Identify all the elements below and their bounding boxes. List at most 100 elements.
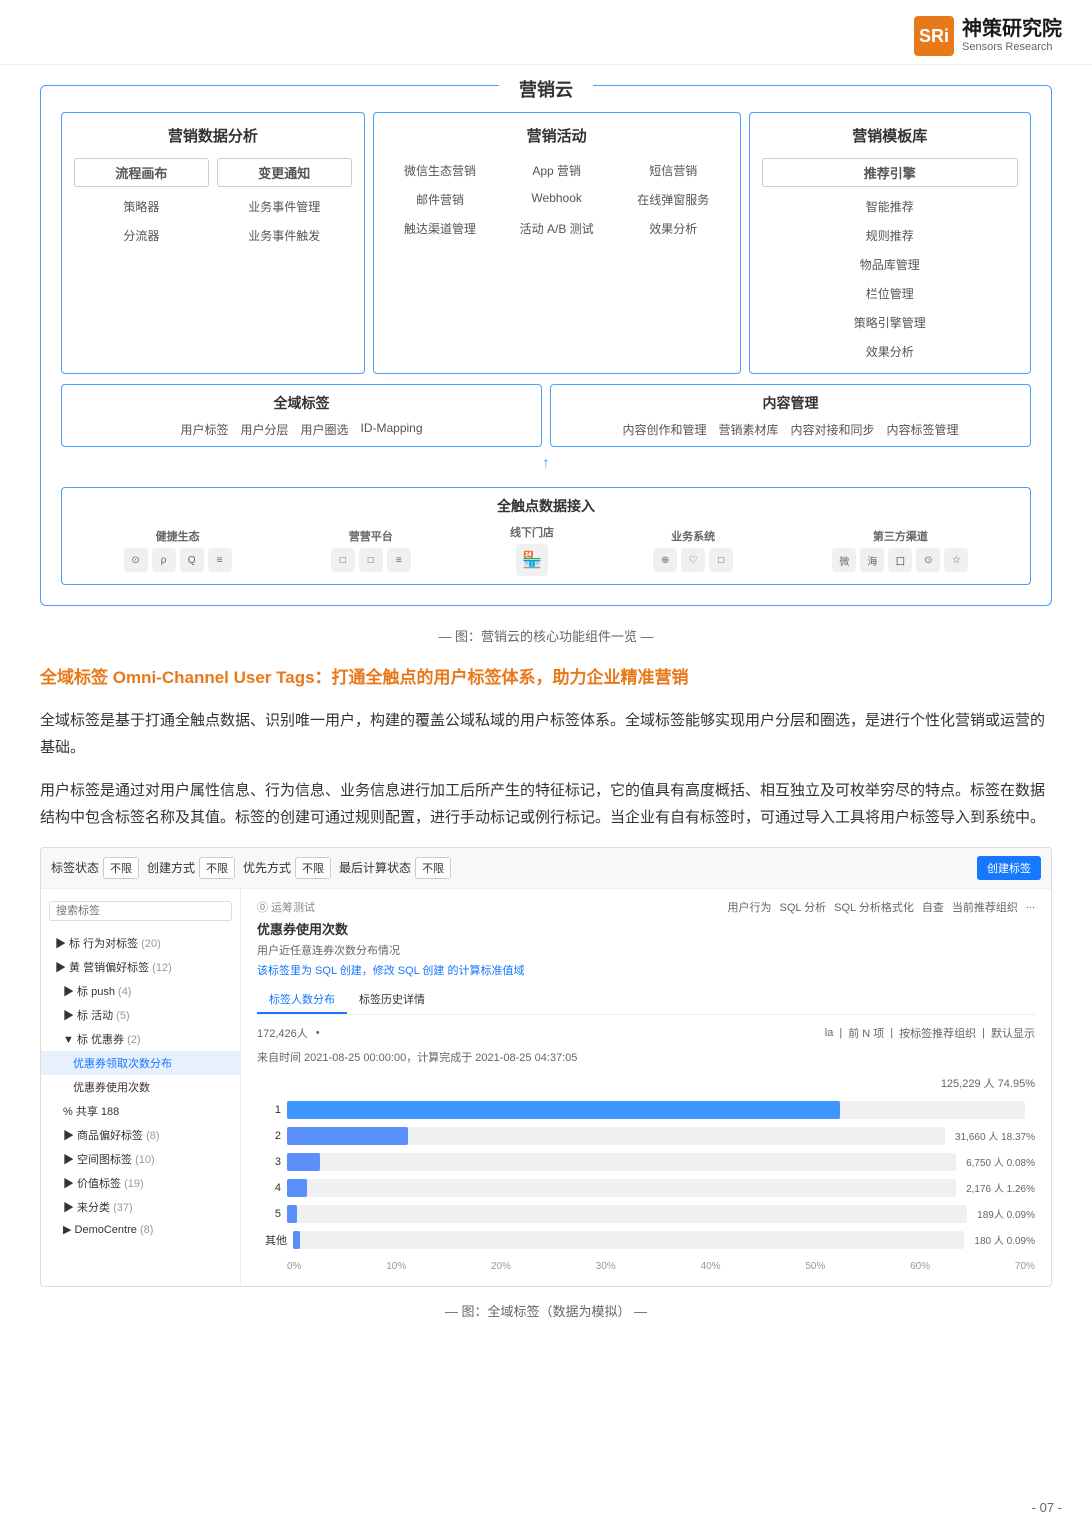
tree-item-behavior-tags[interactable]: ▶ 标 行为对标签 (20)	[41, 931, 240, 955]
bar-value-5: 189人 0.09%	[977, 1206, 1035, 1221]
tp-icon-11: □	[709, 548, 733, 572]
rec-item-1: 智能推荐	[858, 195, 922, 218]
tp-icon-2: ρ	[152, 548, 176, 572]
content-desc: 用户近任意连券次数分布情况	[257, 942, 524, 958]
header: SRi 神策研究院 Sensors Research	[0, 0, 1092, 65]
activity-5: Webhook	[502, 187, 611, 212]
bar-fill-other	[293, 1231, 300, 1249]
activities-grid: 微信生态营销 App 营销 短信营销 邮件营销 Webhook 在线弹窗服务 触…	[386, 158, 728, 241]
main-content: 营销云 营销数据分析 流程画布 策略器 分流器	[0, 65, 1092, 1380]
tp-icon-15: ⊙	[916, 548, 940, 572]
diagram-top-section: 营销数据分析 流程画布 策略器 分流器 变更通知	[61, 112, 1031, 374]
toolbar-status: 标签状态 不限	[51, 857, 139, 879]
tree-item-geo-tags[interactable]: ▶ 空间图标签 (10)	[41, 1147, 240, 1171]
tab-distribution[interactable]: 标签人数分布	[257, 986, 347, 1014]
rec-item-2: 规则推荐	[858, 224, 922, 247]
tp-icon-13: 海	[860, 548, 884, 572]
calc-select[interactable]: 不限	[415, 857, 451, 879]
flow-item-2: 分流器	[115, 224, 167, 247]
svg-text:SRi: SRi	[919, 26, 949, 46]
content-link[interactable]: 该标签里为 SQL 创建，修改 SQL 创建 的计算标准值域	[257, 962, 524, 978]
tree-item-activity[interactable]: ▶ 标 活动 (5)	[41, 1003, 240, 1027]
filter-sep: |	[839, 1027, 842, 1039]
bar-row-other: 其他 180 人 0.09%	[257, 1231, 1035, 1249]
status-select[interactable]: 不限	[103, 857, 139, 879]
rec-item-3: 物品库管理	[852, 253, 928, 276]
filter-recommend[interactable]: 按标签推荐组织	[899, 1025, 976, 1041]
filter-default[interactable]: 默认显示	[991, 1025, 1035, 1041]
tag-item-3: 用户圈选	[300, 421, 348, 438]
sql-format-action[interactable]: SQL 分析格式化	[834, 899, 914, 915]
tree-item-push[interactable]: ▶ 标 push (4)	[41, 979, 240, 1003]
sql-action[interactable]: SQL 分析	[779, 899, 826, 915]
tree-item-goods-preference[interactable]: ▶ 商品偏好标签 (8)	[41, 1123, 240, 1147]
diagram-bottom: 全域标签 用户标签 用户分层 用户圈选 ID-Mapping 内容管理 内容创作…	[61, 384, 1031, 447]
priority-select[interactable]: 不限	[295, 857, 331, 879]
tp-group-title-2: 营营平台	[331, 528, 411, 544]
tree-item-value-tags[interactable]: ▶ 价值标签 (19)	[41, 1171, 240, 1195]
tree-item-coupon-usage[interactable]: 优惠券使用次数	[41, 1075, 240, 1099]
bar-label-other: 其他	[257, 1232, 287, 1248]
diagram-caption-1: — 图：营销云的核心功能组件一览 —	[40, 626, 1052, 645]
tp-icon-4: ≡	[208, 548, 232, 572]
marketing-activities-title: 营销活动	[386, 123, 728, 148]
marketing-activities-panel: 营销活动 微信生态营销 App 营销 短信营销 邮件营销 Webhook 在线弹…	[373, 112, 741, 374]
tree-label: ▶ 标 行为对标签 (20)	[55, 938, 161, 950]
more-action[interactable]: ...	[1026, 899, 1035, 915]
global-tags-panel: 全域标签 用户标签 用户分层 用户圈选 ID-Mapping	[61, 384, 542, 447]
calc-label: 最后计算状态	[339, 859, 411, 876]
flow-items: 策略器 分流器	[74, 195, 209, 247]
tp-group-title-4: 业务系统	[653, 528, 733, 544]
bar-value-4: 2,176 人 1.26%	[966, 1180, 1035, 1195]
global-tags-title: 全域标签	[74, 393, 529, 413]
recommendation-column: 推荐引擎 智能推荐 规则推荐 物品库管理 栏位管理 策略引擎管理 效果分析	[762, 158, 1018, 363]
tree-item-unclassified[interactable]: ▶ 来分类 (37)	[41, 1195, 240, 1219]
activity-7: 触达渠道管理	[386, 216, 495, 241]
tag-item-4: ID-Mapping	[361, 421, 423, 438]
bar-label-1: 1	[257, 1104, 281, 1116]
bar-row-1: 1	[257, 1101, 1035, 1119]
tree-item-shared[interactable]: % 共享 188	[41, 1099, 240, 1123]
bar-fill-2	[287, 1127, 408, 1145]
tp-icon-10: ♡	[681, 548, 705, 572]
create-select[interactable]: 不限	[199, 857, 235, 879]
create-tag-button[interactable]: 创建标签	[977, 856, 1041, 880]
activity-4: 邮件营销	[386, 187, 495, 212]
bar-row-3: 3 6,750 人 0.08%	[257, 1153, 1035, 1171]
bar-track-2	[287, 1127, 945, 1145]
activity-8: 活动 A/B 测试	[502, 216, 611, 241]
tree-label: ▶ 商品偏好标签 (8)	[63, 1130, 160, 1142]
activity-1: 微信生态营销	[386, 158, 495, 183]
content-header: ⓪ 运筹测试 优惠券使用次数 用户近任意连券次数分布情况 该标签里为 SQL 创…	[257, 899, 1035, 978]
logo-icon: SRi	[914, 16, 954, 56]
tab-history[interactable]: 标签历史详情	[347, 986, 437, 1014]
tree-item-marketing-preference[interactable]: ▶ 黄 营销偏好标签 (12)	[41, 955, 240, 979]
diagram-box: 营销云 营销数据分析 流程画布 策略器 分流器	[40, 85, 1052, 606]
cm-item-3: 内容对接和同步	[791, 421, 875, 438]
tp-icon-6: □	[359, 548, 383, 572]
x-50: 50%	[805, 1261, 825, 1272]
flow-title: 流程画布	[74, 158, 209, 187]
flow-canvas-column: 流程画布 策略器 分流器	[74, 158, 209, 247]
tree-label: ▶ 空间图标签 (10)	[63, 1154, 155, 1166]
bar-label-3: 3	[257, 1156, 281, 1168]
bar-row-4: 4 2,176 人 1.26%	[257, 1179, 1035, 1197]
recommend-action[interactable]: 当前推荐组织	[952, 899, 1018, 915]
notification-items: 业务事件管理 业务事件触发	[217, 195, 352, 247]
notification-column: 变更通知 业务事件管理 业务事件触发	[217, 158, 352, 247]
x-10: 10%	[386, 1261, 406, 1272]
tp-icons-4: ⊕ ♡ □	[653, 548, 733, 572]
history-action[interactable]: 用户行为	[727, 899, 771, 915]
search-input[interactable]	[49, 901, 232, 921]
logo: SRi 神策研究院 Sensors Research	[914, 16, 1062, 56]
arrow-section: ↑	[61, 447, 1031, 481]
filter-la[interactable]: la	[825, 1027, 834, 1039]
tree-item-coupon[interactable]: ▼ 标 优惠券 (2)	[41, 1027, 240, 1051]
bar-value-2: 31,660 人 18.37%	[955, 1128, 1035, 1143]
edit-action[interactable]: 自查	[922, 899, 944, 915]
tree-item-coupon-distribution[interactable]: 优惠券领取次数分布	[41, 1051, 240, 1075]
filter-topn[interactable]: 前 N 项	[848, 1025, 884, 1041]
recommendation-panel: 营销模板库 推荐引擎 智能推荐 规则推荐 物品库管理 栏位管理 策略引擎管理 效…	[749, 112, 1031, 374]
tree-item-democentre[interactable]: ▶ DemoCentre (8)	[41, 1219, 240, 1240]
filter-sep2: |	[890, 1027, 893, 1039]
